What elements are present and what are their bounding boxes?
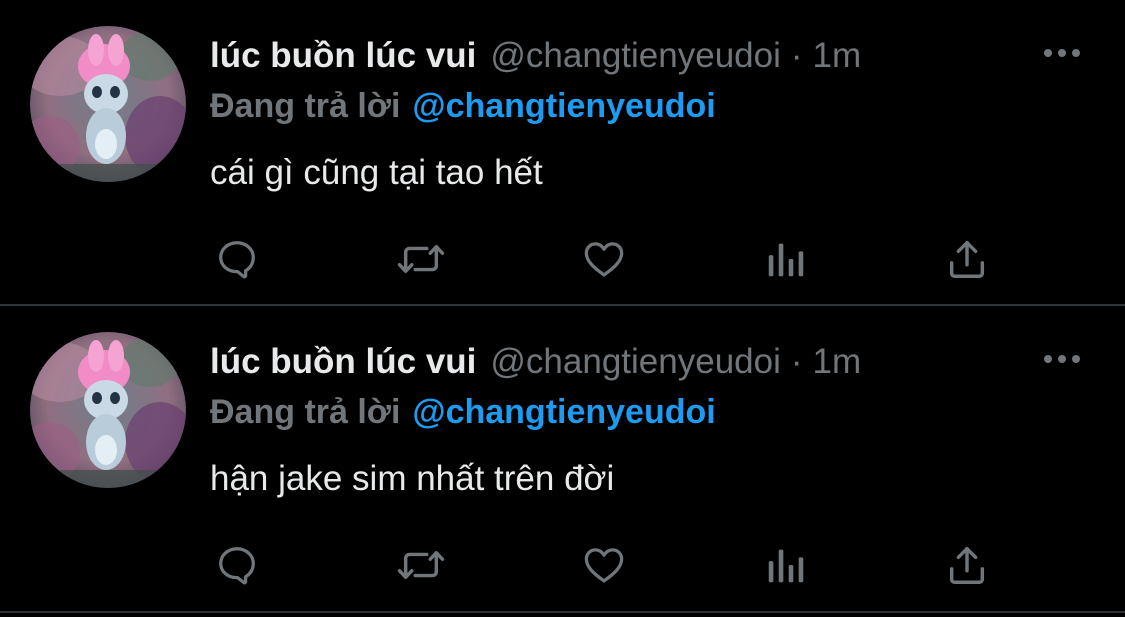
- reply-context: Đang trả lời @changtienyeudoi: [210, 392, 716, 432]
- tweet[interactable]: lúc buồn lúc vui @changtienyeudoi · 1m Đ…: [0, 0, 1125, 305]
- reply-icon: [219, 547, 255, 585]
- retweet-icon: [397, 245, 445, 273]
- like-button[interactable]: [579, 540, 629, 590]
- share-button[interactable]: [942, 234, 992, 284]
- views-icon: [768, 243, 804, 277]
- like-icon: [584, 548, 624, 583]
- bunny-avatar-image: [30, 332, 186, 488]
- user-handle[interactable]: @changtienyeudoi: [490, 36, 780, 76]
- reply-to-handle-link[interactable]: @changtienyeudoi: [412, 87, 715, 125]
- timestamp[interactable]: 1m: [813, 342, 862, 382]
- replying-to-label: Đang trả lời: [210, 87, 401, 125]
- views-button[interactable]: [761, 234, 811, 284]
- more-button[interactable]: [1040, 344, 1084, 374]
- tweet-header: lúc buồn lúc vui @changtienyeudoi · 1m: [210, 342, 861, 382]
- tweet-actions: [0, 540, 1125, 590]
- timestamp[interactable]: 1m: [813, 36, 862, 76]
- share-button[interactable]: [942, 540, 992, 590]
- tweet-actions: [0, 234, 1125, 284]
- replying-to-label: Đang trả lời: [210, 393, 401, 431]
- tweet-text: cái gì cũng tại tao hết: [210, 153, 543, 192]
- retweet-icon: [397, 551, 445, 579]
- more-button[interactable]: [1040, 38, 1084, 68]
- reply-button[interactable]: [212, 540, 262, 590]
- bunny-avatar-image: [30, 26, 186, 182]
- tweet-header: lúc buồn lúc vui @changtienyeudoi · 1m: [210, 36, 861, 76]
- tweet-divider: [0, 611, 1125, 613]
- avatar[interactable]: [30, 26, 186, 182]
- reply-button[interactable]: [212, 234, 262, 284]
- user-handle[interactable]: @changtienyeudoi: [490, 342, 780, 382]
- reply-to-handle-link[interactable]: @changtienyeudoi: [412, 393, 715, 431]
- separator-dot: ·: [790, 342, 803, 381]
- display-name[interactable]: lúc buồn lúc vui: [210, 36, 476, 76]
- reply-icon: [219, 241, 255, 279]
- like-icon: [584, 242, 624, 277]
- retweet-button[interactable]: [396, 234, 446, 284]
- retweet-button[interactable]: [396, 540, 446, 590]
- share-icon: [949, 240, 985, 278]
- display-name[interactable]: lúc buồn lúc vui: [210, 342, 476, 382]
- reply-context: Đang trả lời @changtienyeudoi: [210, 86, 716, 126]
- tweet[interactable]: lúc buồn lúc vui @changtienyeudoi · 1m Đ…: [0, 306, 1125, 611]
- separator-dot: ·: [790, 36, 803, 75]
- tweet-feed: lúc buồn lúc vui @changtienyeudoi · 1m Đ…: [0, 0, 1125, 617]
- views-icon: [768, 549, 804, 583]
- avatar[interactable]: [30, 332, 186, 488]
- share-icon: [949, 546, 985, 584]
- tweet-text: hận jake sim nhất trên đời: [210, 459, 615, 498]
- like-button[interactable]: [579, 234, 629, 284]
- more-dots-icon: [1044, 355, 1080, 363]
- views-button[interactable]: [761, 540, 811, 590]
- more-dots-icon: [1044, 49, 1080, 57]
